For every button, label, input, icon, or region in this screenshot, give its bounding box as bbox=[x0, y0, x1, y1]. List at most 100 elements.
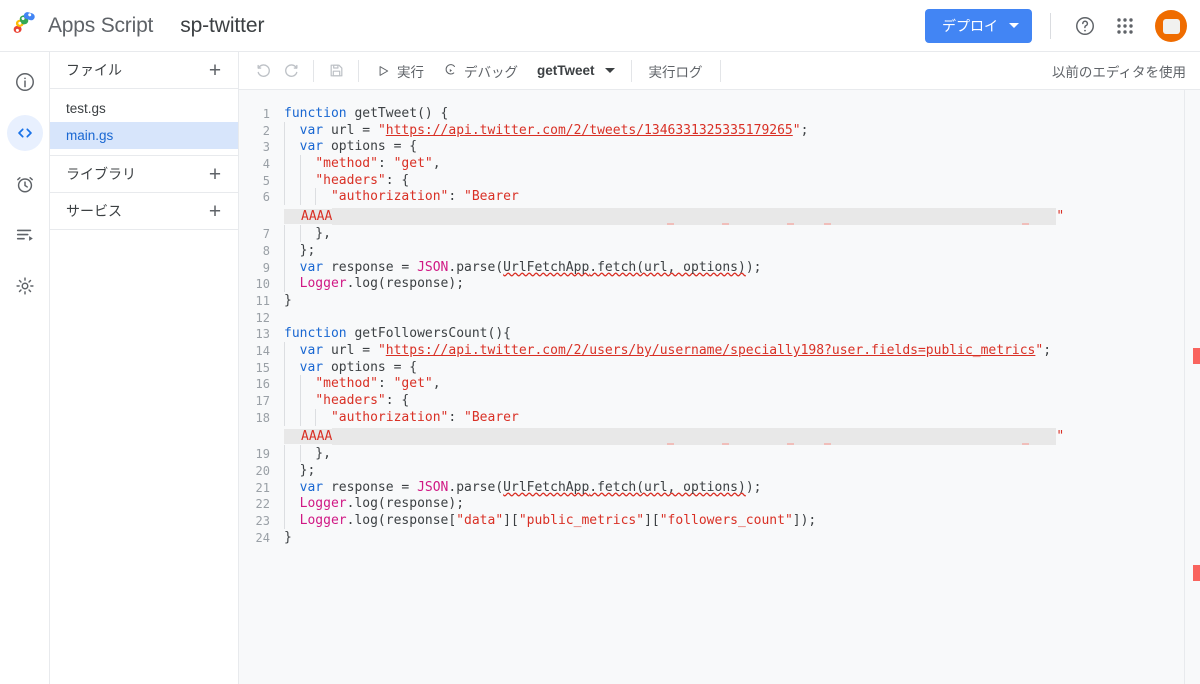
code-token: ][ bbox=[503, 513, 519, 529]
line-number: 23 bbox=[255, 514, 270, 529]
project-title[interactable]: sp-twitter bbox=[180, 14, 264, 38]
redacted-token-line[interactable]: AAAA " bbox=[239, 426, 1200, 446]
play-triangle-icon bbox=[379, 65, 389, 76]
line-number: 13 bbox=[255, 327, 270, 342]
code-line[interactable]: 15 var options = { bbox=[239, 358, 1200, 377]
code-line[interactable]: 10 Logger.log(response); bbox=[239, 275, 1200, 293]
code-line-text: var response = JSON.parse(UrlFetchApp.fe… bbox=[284, 478, 1200, 497]
code-line[interactable]: 21 var response = JSON.parse(UrlFetchApp… bbox=[239, 478, 1200, 497]
redacted-token-line[interactable]: AAAA " bbox=[239, 206, 1200, 226]
line-number: 2 bbox=[262, 123, 270, 138]
undo-icon[interactable] bbox=[249, 57, 277, 85]
file-item-test[interactable]: test.gs bbox=[50, 95, 238, 122]
code-line[interactable]: 3 var options = { bbox=[239, 138, 1200, 156]
code-token: } bbox=[284, 292, 292, 308]
code-line-text: Logger.log(response); bbox=[284, 275, 1200, 293]
code-token: var bbox=[299, 139, 324, 155]
help-circle-icon[interactable] bbox=[1065, 6, 1105, 46]
line-number: 11 bbox=[255, 293, 270, 308]
code-token: .fetch(url, options) bbox=[589, 259, 746, 275]
code-line[interactable]: 1 function getTweet() { bbox=[239, 106, 1200, 123]
topbar-divider bbox=[1050, 12, 1051, 39]
sidebar-item-executions[interactable] bbox=[7, 217, 43, 253]
error-marker-top[interactable] bbox=[1193, 348, 1200, 364]
add-library-button[interactable]: + bbox=[202, 161, 228, 187]
code-token: ][ bbox=[644, 513, 660, 529]
avatar-image bbox=[1162, 18, 1180, 34]
redacted-token-bar bbox=[332, 207, 1057, 225]
code-token: "get" bbox=[393, 156, 433, 172]
code-token: , bbox=[432, 376, 441, 392]
code-line[interactable]: 17 "headers": { bbox=[239, 392, 1200, 410]
code-line[interactable]: 13 function getFollowersCount(){ bbox=[239, 326, 1200, 343]
code-line-text: var url = "https://api.twitter.com/2/twe… bbox=[284, 121, 1200, 140]
code-line[interactable]: 9 var response = JSON.parse(UrlFetchApp.… bbox=[239, 258, 1200, 277]
line-number: 20 bbox=[255, 464, 270, 479]
code-token: }, bbox=[284, 226, 331, 242]
run-button[interactable]: 実行 bbox=[367, 57, 433, 85]
sidebar-item-overview[interactable] bbox=[7, 64, 43, 100]
execution-log-button[interactable]: 実行ログ bbox=[640, 57, 712, 85]
file-item-main[interactable]: main.gs bbox=[50, 122, 238, 149]
code-line[interactable]: 8 }; bbox=[239, 241, 1200, 260]
code-editor[interactable]: 1 function getTweet() {2 var url = "https… bbox=[239, 90, 1200, 684]
code-token: }, bbox=[284, 446, 331, 462]
files-section-label: ファイル bbox=[66, 62, 122, 78]
brand-name[interactable]: Apps Script bbox=[48, 14, 153, 38]
code-line[interactable]: 24} bbox=[239, 530, 1200, 547]
file-explorer-panel: ファイル + test.gs main.gs ライブラリ + サービス + bbox=[50, 52, 239, 684]
use-legacy-editor-link[interactable]: 以前のエディタを使用 bbox=[1052, 61, 1186, 81]
code-line-text: "authorization": "Bearer bbox=[284, 188, 1200, 206]
code-content: 1 function getTweet() {2 var url = "https… bbox=[239, 90, 1200, 684]
code-line[interactable]: 2 var url = "https://api.twitter.com/2/t… bbox=[239, 121, 1200, 140]
add-file-button[interactable]: + bbox=[202, 57, 228, 83]
topbar-actions: デプロイ bbox=[925, 6, 1200, 46]
code-token: .fetch(url, options) bbox=[589, 479, 746, 495]
code-line[interactable]: 4 "method": "get", bbox=[239, 155, 1200, 173]
code-token: ; bbox=[800, 122, 809, 138]
code-token: .log(response); bbox=[346, 496, 465, 512]
code-line[interactable]: 7 }, bbox=[239, 225, 1200, 243]
line-number: 4 bbox=[262, 157, 270, 172]
code-line[interactable]: 5 "headers": { bbox=[239, 171, 1200, 190]
function-select-dropdown[interactable]: getTweet bbox=[527, 57, 623, 85]
code-line-text: Logger.log(response); bbox=[284, 495, 1200, 513]
code-line[interactable]: 14 var url = "https://api.twitter.com/2/… bbox=[239, 341, 1200, 360]
code-line[interactable]: 20 }; bbox=[239, 462, 1200, 480]
sidebar-item-editor[interactable] bbox=[6, 115, 43, 151]
code-line[interactable]: 6 "authorization": "Bearer bbox=[239, 188, 1200, 206]
code-token: "Bearer bbox=[464, 409, 519, 425]
code-line[interactable]: 22 Logger.log(response); bbox=[239, 495, 1200, 513]
code-line[interactable]: 12 bbox=[239, 310, 1200, 327]
code-line[interactable]: 11} bbox=[239, 293, 1200, 310]
code-line[interactable]: 23 Logger.log(response["data"]["public_m… bbox=[239, 512, 1200, 530]
code-token: "followers_count" bbox=[659, 513, 793, 529]
apps-grid-icon[interactable] bbox=[1105, 6, 1145, 46]
line-number: 18 bbox=[255, 410, 270, 425]
function-select-value: getTweet bbox=[537, 63, 595, 78]
code-token: () { bbox=[417, 106, 449, 121]
deploy-button[interactable]: デプロイ bbox=[925, 8, 1032, 43]
code-token: }; bbox=[284, 463, 316, 479]
save-disk-icon[interactable] bbox=[322, 57, 350, 85]
code-line[interactable]: 19 }, bbox=[239, 445, 1200, 463]
sidebar-item-triggers[interactable] bbox=[7, 166, 43, 202]
sidebar-item-settings[interactable] bbox=[7, 268, 43, 304]
debug-bug-icon bbox=[445, 64, 456, 75]
code-line[interactable]: 18 "authorization": "Bearer bbox=[239, 408, 1200, 427]
line-number: 24 bbox=[255, 530, 270, 545]
debug-button[interactable]: デバッグ bbox=[433, 57, 527, 85]
add-service-button[interactable]: + bbox=[202, 198, 228, 224]
code-line-text: "authorization": "Bearer bbox=[284, 408, 1200, 427]
error-marker-bottom[interactable] bbox=[1193, 565, 1200, 581]
avatar[interactable] bbox=[1155, 9, 1187, 42]
code-token: ); bbox=[745, 479, 762, 495]
redo-icon[interactable] bbox=[277, 57, 305, 85]
libraries-section-label: ライブラリ bbox=[66, 166, 136, 182]
code-line[interactable]: 16 "method": "get", bbox=[239, 375, 1200, 393]
apps-script-logo[interactable] bbox=[0, 0, 52, 52]
toolbar-divider-2 bbox=[358, 59, 359, 82]
code-line-text: function getFollowersCount(){ bbox=[284, 326, 1200, 343]
